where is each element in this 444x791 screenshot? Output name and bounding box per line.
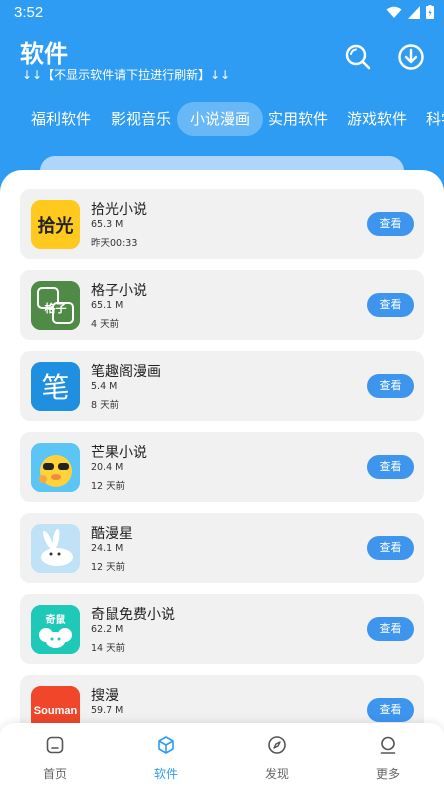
nav-more[interactable]: 更多 <box>358 735 418 782</box>
list-item[interactable]: 格子 格子小说 65.1 M 4 天前 查看 <box>20 270 424 340</box>
nav-label: 软件 <box>153 767 178 781</box>
battery-icon <box>426 5 434 19</box>
app-time: 14 天前 <box>91 643 126 654</box>
bottom-nav: 首页 软件 发现 更多 <box>0 723 444 791</box>
app-icon-gezi: 格子 <box>31 281 80 330</box>
app-size: 20.4 M <box>91 462 124 473</box>
wifi-icon <box>386 6 402 18</box>
app-name: 搜漫 <box>91 688 119 704</box>
download-icon <box>398 44 424 70</box>
app-list: 拾光 拾光小说 65.3 M 昨天00:33 查看 格子 格子小说 65.1 M… <box>0 170 444 791</box>
view-button[interactable]: 查看 <box>367 536 414 560</box>
app-size: 59.7 M <box>91 705 124 716</box>
page-title: 软件 <box>20 40 68 68</box>
status-time: 3:52 <box>14 4 44 21</box>
list-item[interactable]: 笔 笔趣阁漫画 5.4 M 8 天前 查看 <box>20 351 424 421</box>
app-icon-qishu: 奇鼠 <box>31 605 80 654</box>
app-icon-logo-text: 奇鼠 <box>46 613 66 626</box>
search-icon <box>345 44 371 70</box>
app-icon-logo-text: 拾光 <box>38 215 74 237</box>
status-icons <box>386 5 434 19</box>
list-item[interactable]: 拾光 拾光小说 65.3 M 昨天00:33 查看 <box>20 189 424 259</box>
app-icon-shiguang: 拾光 <box>31 200 80 249</box>
app-name: 芒果小说 <box>91 445 147 461</box>
app-icon-logo-text: Souman <box>34 705 78 717</box>
app-time: 昨天00:33 <box>91 238 138 249</box>
nav-label: 发现 <box>264 767 289 781</box>
nav-label: 更多 <box>375 767 400 781</box>
nav-home[interactable]: 首页 <box>25 735 85 782</box>
view-button[interactable]: 查看 <box>367 455 414 479</box>
app-icon-biquge: 笔 <box>31 362 80 411</box>
app-time: 12 天前 <box>91 562 126 573</box>
app-size: 5.4 M <box>91 381 118 392</box>
view-button[interactable]: 查看 <box>367 698 414 722</box>
download-button[interactable] <box>396 42 426 72</box>
app-time: 12 天前 <box>91 481 126 492</box>
tab-novel-comic[interactable]: 小说漫画 <box>177 102 264 136</box>
tab-games[interactable]: 游戏软件 <box>334 102 420 136</box>
view-button[interactable]: 查看 <box>367 293 414 317</box>
view-button[interactable]: 查看 <box>367 617 414 641</box>
app-time: 8 天前 <box>91 400 120 411</box>
app-icon-kumanxing <box>31 524 80 573</box>
app-size: 24.1 M <box>91 543 124 554</box>
tab-welfare[interactable]: 福利软件 <box>18 102 104 136</box>
list-item[interactable]: 酷漫星 24.1 M 12 天前 查看 <box>20 513 424 583</box>
app-icon-logo-text: 格子 <box>45 301 67 315</box>
refresh-hint: ↓↓【不显示软件请下拉进行刷新】↓↓ <box>22 68 231 82</box>
app-icon-mango <box>31 443 80 492</box>
view-button[interactable]: 查看 <box>367 212 414 236</box>
app-size: 65.3 M <box>91 219 124 230</box>
app-name: 笔趣阁漫画 <box>91 364 161 380</box>
app-name: 奇鼠免费小说 <box>91 607 175 623</box>
search-button[interactable] <box>343 42 373 72</box>
signal-icon <box>408 5 420 19</box>
home-icon <box>46 736 64 754</box>
profile-icon <box>380 736 396 754</box>
app-size: 65.1 M <box>91 300 124 311</box>
list-item[interactable]: 奇鼠 奇鼠免费小说 62.2 M 14 天前 查看 <box>20 594 424 664</box>
status-bar: 3:52 <box>0 0 444 26</box>
app-size: 62.2 M <box>91 624 124 635</box>
app-icon-logo-text: 笔 <box>41 371 69 404</box>
compass-icon <box>268 736 286 754</box>
list-item[interactable]: 芒果小说 20.4 M 12 天前 查看 <box>20 432 424 502</box>
tab-video-music[interactable]: 影视音乐 <box>98 102 184 136</box>
app-time: 4 天前 <box>91 319 120 330</box>
tab-utility[interactable]: 实用软件 <box>255 102 341 136</box>
nav-label: 首页 <box>42 767 67 781</box>
app-name: 拾光小说 <box>91 202 147 218</box>
category-tabs: 福利软件 影视音乐 小说漫画 实用软件 游戏软件 科学 <box>0 100 444 138</box>
cube-icon <box>158 736 174 754</box>
tab-science[interactable]: 科学 <box>413 102 444 136</box>
app-name: 酷漫星 <box>91 526 133 542</box>
view-button[interactable]: 查看 <box>367 374 414 398</box>
nav-discover[interactable]: 发现 <box>247 735 307 782</box>
nav-software[interactable]: 软件 <box>136 735 196 782</box>
app-name: 格子小说 <box>91 283 147 299</box>
